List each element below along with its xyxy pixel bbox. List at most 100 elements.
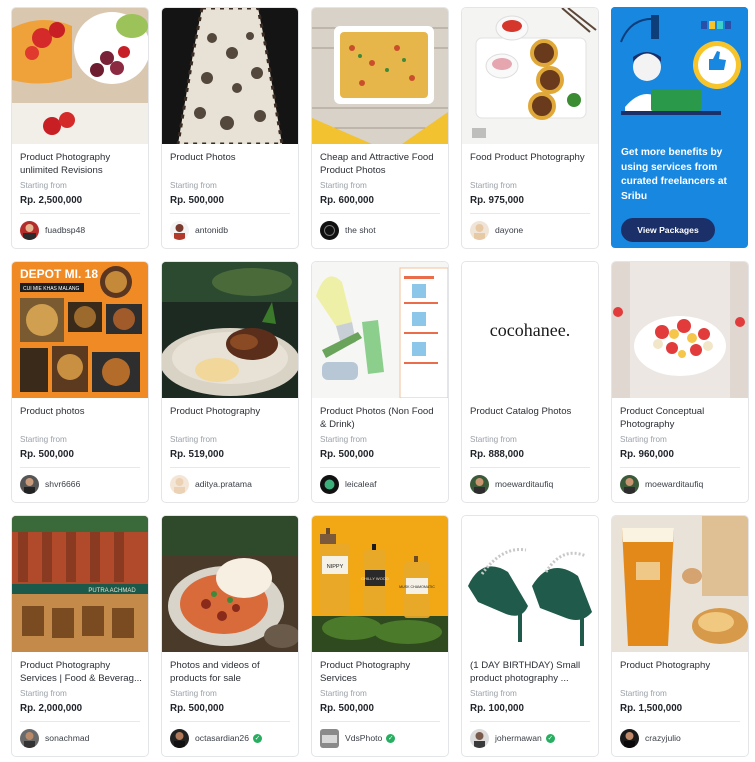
avatar bbox=[170, 474, 189, 494]
seller-name[interactable]: moewarditaufiq bbox=[495, 479, 553, 489]
service-thumbnail[interactable]: cocohanee. bbox=[462, 262, 598, 398]
starting-from-label: Starting from bbox=[170, 689, 217, 698]
seller-name[interactable]: the shot bbox=[345, 225, 376, 235]
service-card[interactable]: Food Product Photography Starting from R… bbox=[461, 7, 599, 249]
service-thumbnail[interactable] bbox=[612, 262, 748, 398]
starting-from-label: Starting from bbox=[620, 689, 667, 698]
seller-name[interactable]: octasardian26 bbox=[195, 733, 249, 743]
service-title[interactable]: Product Photography Services | Food & Be… bbox=[20, 660, 142, 685]
seller-name[interactable]: VdsPhoto bbox=[345, 733, 382, 743]
service-thumbnail[interactable] bbox=[12, 8, 148, 144]
seller-info[interactable]: the shot bbox=[320, 220, 376, 240]
service-thumbnail[interactable]: PUTRA ACHMAD bbox=[12, 516, 148, 652]
avatar bbox=[170, 220, 189, 240]
service-title[interactable]: Product Photos bbox=[170, 152, 292, 165]
service-price: Rp. 1,500,000 bbox=[620, 703, 683, 714]
bottle-2-label: CHILLY WOOD bbox=[361, 576, 389, 581]
service-title[interactable]: Product Photos (Non Food & Drink) bbox=[320, 406, 442, 431]
seller-name[interactable]: crazyjulio bbox=[645, 733, 681, 743]
starting-from-label: Starting from bbox=[170, 435, 217, 444]
card-divider bbox=[170, 213, 290, 214]
service-title[interactable]: Food Product Photography bbox=[470, 152, 592, 165]
starting-from-label: Starting from bbox=[320, 435, 367, 444]
avatar bbox=[320, 728, 339, 748]
seller-info[interactable]: octasardian26 ✓ bbox=[170, 728, 262, 748]
service-card[interactable]: Product Photos (Non Food & Drink) Starti… bbox=[311, 261, 449, 503]
seller-info[interactable]: aditya.pratama bbox=[170, 474, 252, 494]
service-title[interactable]: Product Photography unlimited Revisions bbox=[20, 152, 142, 177]
service-title[interactable]: Product Photography bbox=[620, 660, 742, 673]
service-card[interactable]: Photos and videos of products for sale S… bbox=[161, 515, 299, 757]
seller-info[interactable]: crazyjulio bbox=[620, 728, 681, 748]
card-divider bbox=[20, 467, 140, 468]
service-title[interactable]: (1 DAY BIRTHDAY) Small product photograp… bbox=[470, 660, 592, 685]
seller-name[interactable]: leicaleaf bbox=[345, 479, 377, 489]
seller-info[interactable]: johermawan ✓ bbox=[470, 728, 555, 748]
service-card[interactable]: NIPPY CHILLY WOOD MUSK CHAMOMATIC Produc… bbox=[311, 515, 449, 757]
service-card[interactable]: Product Photography Starting from Rp. 1,… bbox=[611, 515, 749, 757]
view-packages-button[interactable]: View Packages bbox=[621, 218, 715, 242]
service-card[interactable]: Product Conceptual Photography Starting … bbox=[611, 261, 749, 503]
seller-info[interactable]: VdsPhoto ✓ bbox=[320, 728, 396, 748]
service-card[interactable]: Product Photography unlimited Revisions … bbox=[11, 7, 149, 249]
service-price: Rp. 2,500,000 bbox=[20, 195, 83, 206]
seller-info[interactable]: sonachmad bbox=[20, 728, 89, 748]
service-title[interactable]: Product Photography Services bbox=[320, 660, 442, 685]
service-title[interactable]: Photos and videos of products for sale bbox=[170, 660, 292, 685]
seller-info[interactable]: dayone bbox=[470, 220, 523, 240]
starting-from-label: Starting from bbox=[620, 435, 667, 444]
service-card[interactable]: Cheap and Attractive Food Product Photos… bbox=[311, 7, 449, 249]
seller-info[interactable]: moewarditaufiq bbox=[620, 474, 703, 494]
service-card[interactable]: PUTRA ACHMAD Product Photography Service… bbox=[11, 515, 149, 757]
service-price: Rp. 500,000 bbox=[320, 703, 374, 714]
service-title[interactable]: Product Catalog Photos bbox=[470, 406, 592, 419]
seller-info[interactable]: antonidb bbox=[170, 220, 228, 240]
seller-name[interactable]: dayone bbox=[495, 225, 523, 235]
seller-name[interactable]: antonidb bbox=[195, 225, 228, 235]
seller-name[interactable]: sonachmad bbox=[45, 733, 89, 743]
card-divider bbox=[470, 467, 590, 468]
seller-info[interactable]: fuadbsp48 bbox=[20, 220, 85, 240]
service-card[interactable]: (1 DAY BIRTHDAY) Small product photograp… bbox=[461, 515, 599, 757]
seller-info[interactable]: shvr6666 bbox=[20, 474, 80, 494]
service-thumbnail[interactable]: DEPOT MI. 18 CUI MIE KHAS MALANG bbox=[12, 262, 148, 398]
verified-badge-icon: ✓ bbox=[545, 733, 555, 743]
service-thumbnail[interactable] bbox=[612, 516, 748, 652]
service-price: Rp. 600,000 bbox=[320, 195, 374, 206]
seller-info[interactable]: leicaleaf bbox=[320, 474, 377, 494]
depot-banner-text: DEPOT MI. 18 bbox=[20, 267, 98, 281]
service-title[interactable]: Cheap and Attractive Food Product Photos bbox=[320, 152, 442, 177]
service-price: Rp. 500,000 bbox=[320, 449, 374, 460]
seller-name[interactable]: moewarditaufiq bbox=[645, 479, 703, 489]
service-title[interactable]: Product Conceptual Photography bbox=[620, 406, 742, 431]
avatar bbox=[470, 728, 489, 748]
service-title[interactable]: Product Photography bbox=[170, 406, 292, 419]
service-thumbnail[interactable] bbox=[312, 8, 448, 144]
service-thumbnail[interactable] bbox=[312, 262, 448, 398]
service-card[interactable]: DEPOT MI. 18 CUI MIE KHAS MALANG Product… bbox=[11, 261, 149, 503]
card-divider bbox=[20, 721, 140, 722]
service-thumbnail[interactable] bbox=[462, 8, 598, 144]
service-card[interactable]: Product Photography Starting from Rp. 51… bbox=[161, 261, 299, 503]
service-card[interactable]: Product Photos Starting from Rp. 500,000… bbox=[161, 7, 299, 249]
promo-text: Get more benefits by using services from… bbox=[621, 147, 727, 202]
service-title[interactable]: Product photos bbox=[20, 406, 142, 419]
avatar bbox=[470, 474, 489, 494]
starting-from-label: Starting from bbox=[20, 435, 67, 444]
seller-name[interactable]: fuadbsp48 bbox=[45, 225, 85, 235]
service-thumbnail[interactable] bbox=[162, 8, 298, 144]
service-thumbnail[interactable] bbox=[162, 262, 298, 398]
verified-badge-icon: ✓ bbox=[253, 733, 262, 743]
seller-name[interactable]: johermawan bbox=[495, 733, 542, 743]
seller-name[interactable]: shvr6666 bbox=[45, 479, 80, 489]
service-thumbnail[interactable] bbox=[462, 516, 598, 652]
starting-from-label: Starting from bbox=[320, 689, 367, 698]
seller-info[interactable]: moewarditaufiq bbox=[470, 474, 553, 494]
service-card[interactable]: cocohanee. Product Catalog Photos Starti… bbox=[461, 261, 599, 503]
seller-name[interactable]: aditya.pratama bbox=[195, 479, 252, 489]
card-divider bbox=[320, 467, 440, 468]
card-divider bbox=[320, 721, 440, 722]
service-thumbnail[interactable] bbox=[162, 516, 298, 652]
service-thumbnail[interactable]: NIPPY CHILLY WOOD MUSK CHAMOMATIC bbox=[312, 516, 448, 652]
avatar bbox=[20, 728, 39, 748]
